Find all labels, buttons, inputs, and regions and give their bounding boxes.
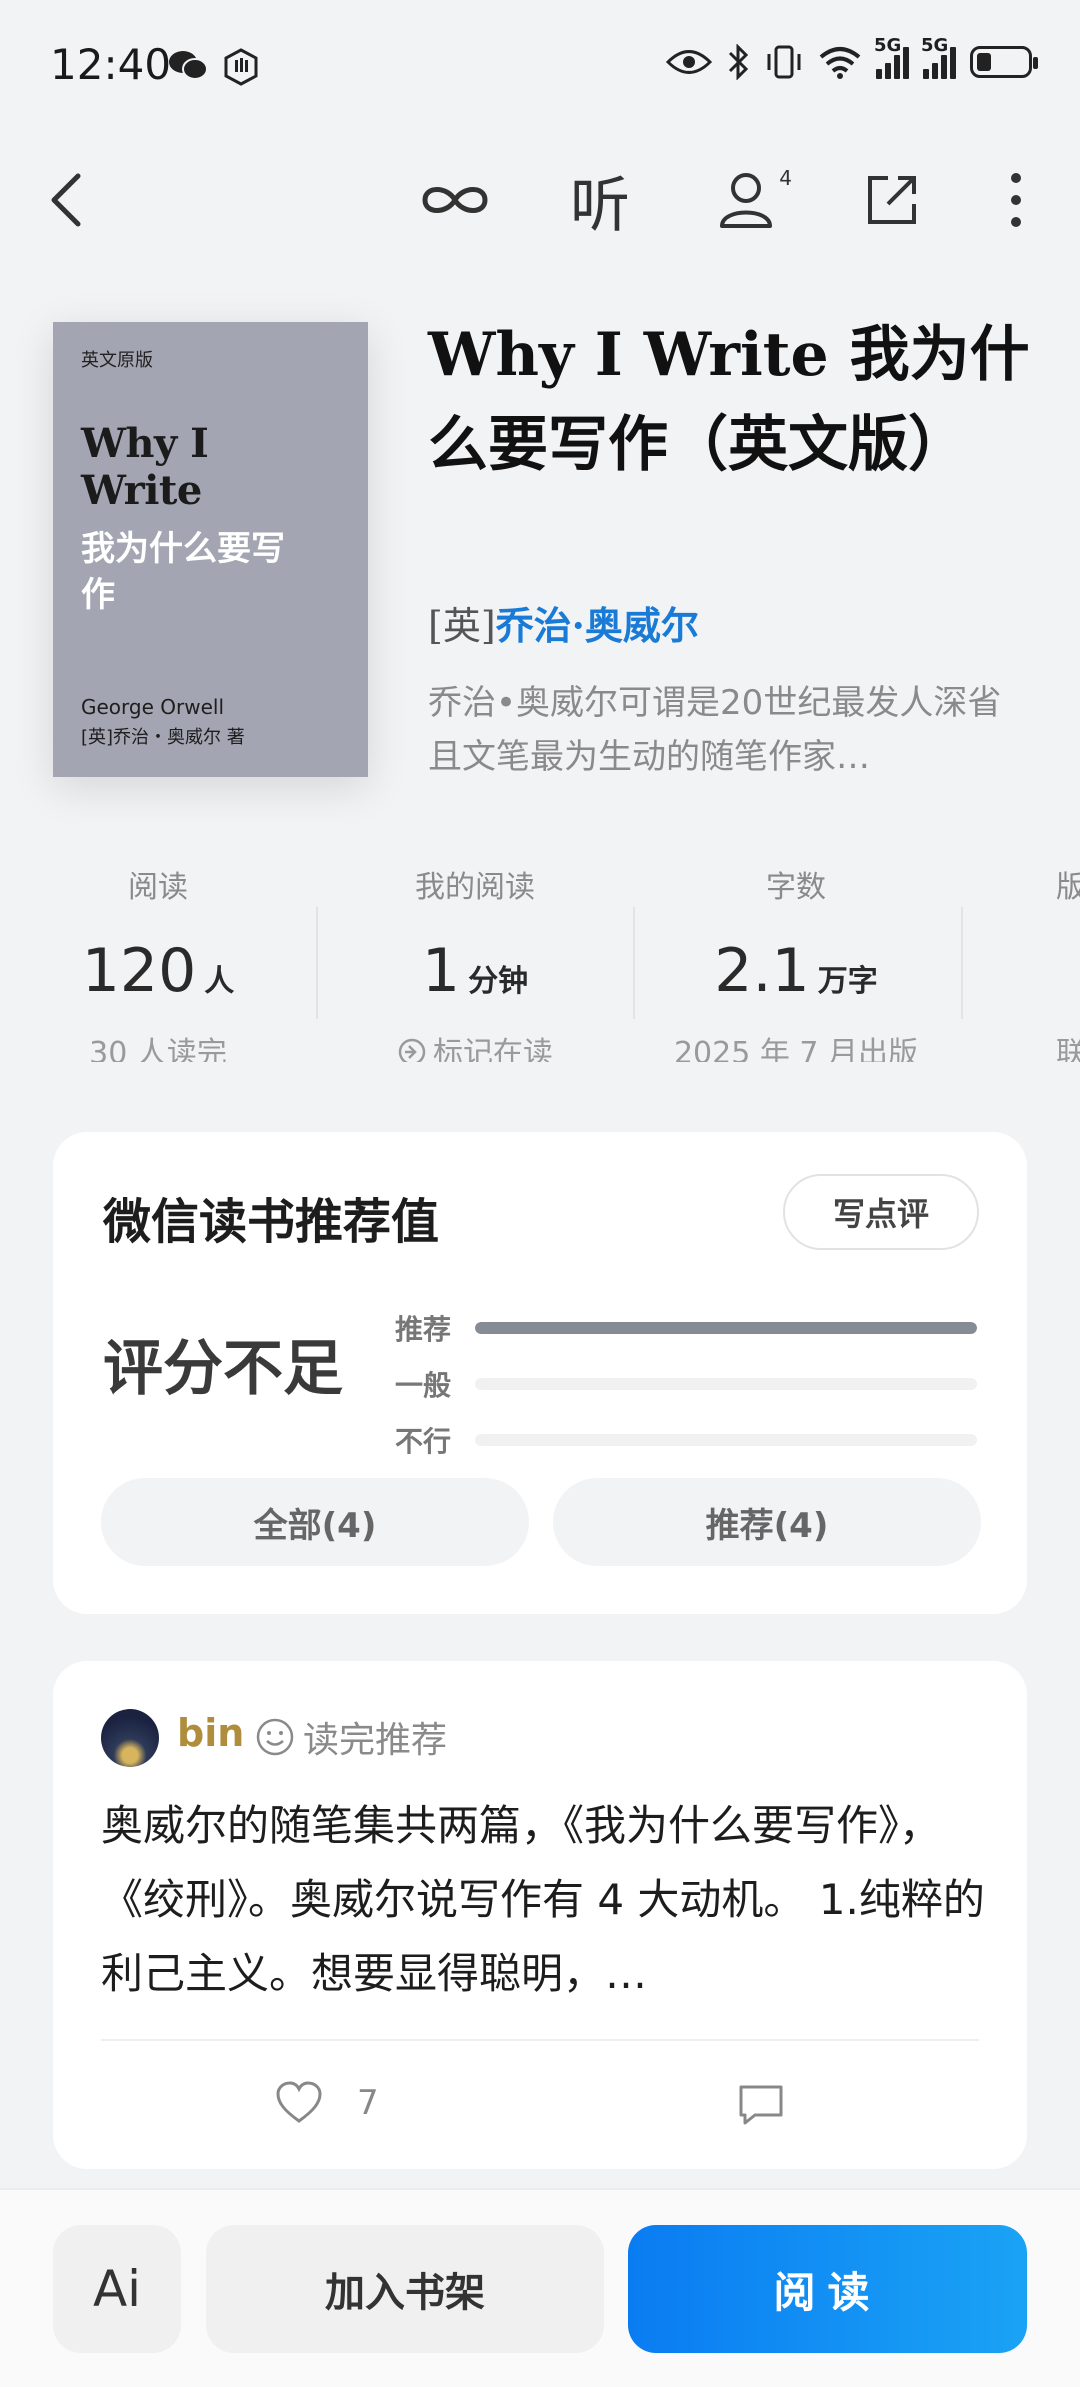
author-link[interactable]: 乔治·奥威尔 [496, 603, 699, 648]
listen-button[interactable]: 听 [560, 150, 640, 250]
stat-value: 120 人 [81, 936, 235, 1006]
wechat-icon [169, 51, 208, 80]
share-button[interactable] [852, 150, 932, 250]
status-bar: 12:40 5G 5G [0, 0, 1080, 135]
wifi-icon [819, 47, 861, 79]
back-arrow-icon [51, 173, 81, 227]
stat-label: 版 [1056, 870, 1080, 905]
stat-publisher[interactable]: 版 联 [1056, 862, 1080, 1062]
divider [101, 2039, 979, 2041]
bar-label: 一般 [395, 1369, 452, 1402]
stat-readers[interactable]: 阅读 120 人 30 人读完 [0, 862, 318, 1062]
avatar[interactable] [101, 1709, 159, 1767]
bluetooth-icon [728, 44, 749, 80]
stat-value [1056, 936, 1080, 1006]
stat-label: 阅读 [128, 870, 188, 905]
mark-reading[interactable]: 标记在读 [315, 1028, 635, 1062]
arrow-circle-icon [398, 1038, 426, 1062]
book-cover[interactable]: 英文原版 Why I Write 我为什么要写作 George Orwell [… [53, 322, 368, 777]
author-prefix: [英] [428, 604, 496, 648]
stat-value: 2.1 万字 [714, 936, 878, 1006]
listen-label: 听 [570, 170, 630, 241]
top-nav: 听 4 [0, 150, 1080, 250]
cover-author-cn: [英]乔治・奥威尔 著 [81, 727, 245, 748]
read-button[interactable]: 阅读 [628, 2225, 1027, 2353]
score-text: 评分不足 [103, 1334, 343, 1404]
infinity-icon [422, 187, 488, 213]
vibrate-icon [767, 45, 801, 79]
book-title: Why I Write 我为什么要写作（英文版） [428, 320, 1030, 480]
rating-bar-recommend: 推荐 [395, 1308, 977, 1348]
stat-sub: 联 [1056, 1036, 1080, 1062]
battery-icon [970, 46, 1038, 78]
cover-tag: 英文原版 [81, 350, 153, 371]
stats-row: 阅读 120 人 30 人读完 我的阅读 1 分钟 标记在读 字数 2.1 万字 20… [0, 862, 1080, 1062]
heart-icon [276, 2081, 322, 2123]
review-text[interactable]: 奥威尔的随笔集共两篇，《我为什么要写作》，《绞刑》。奥威尔说写作有 4 大动机。… [101, 1789, 985, 2011]
recommend-title: 微信读书推荐值 [103, 1194, 440, 1250]
readers-button[interactable]: 4 [704, 150, 794, 250]
more-button[interactable] [988, 150, 1044, 250]
stat-label: 字数 [766, 870, 826, 905]
author-line: [英]乔治·奥威尔 [428, 595, 699, 650]
rating-bar-bad: 不行 [395, 1420, 977, 1460]
eye-icon [666, 50, 712, 74]
like-count: 7 [357, 2083, 379, 2123]
comment-icon [739, 2085, 783, 2125]
back-button[interactable] [36, 150, 96, 250]
review-card[interactable]: bin 读完推荐 奥威尔的随笔集共两篇，《我为什么要写作》，《绞刑》。奥威尔说写… [53, 1661, 1027, 2169]
review-tag-label: 读完推荐 [303, 1720, 448, 1761]
ai-label: Ai [92, 2260, 142, 2318]
ai-button[interactable]: Ai [53, 2225, 181, 2353]
stat-divider [633, 907, 635, 1019]
stat-label: 我的阅读 [415, 870, 535, 905]
hand-shield-icon [224, 48, 258, 86]
stat-word-count[interactable]: 字数 2.1 万字 2025 年 7 月出版 [636, 862, 956, 1062]
cover-author-en: George Orwell [81, 695, 225, 719]
readers-badge: 4 [779, 166, 792, 190]
infinite-card-button[interactable] [410, 150, 500, 250]
cover-title-cn: 我为什么要写作 [81, 529, 285, 615]
stat-value: 1 分钟 [421, 936, 529, 1006]
share-icon [868, 176, 916, 224]
stat-my-reading[interactable]: 我的阅读 1 分钟 标记在读 [315, 862, 635, 1062]
rating-bar-normal: 一般 [395, 1364, 977, 1404]
more-vertical-icon [1011, 173, 1021, 227]
bar-fill [475, 1322, 977, 1334]
book-description[interactable]: 乔治•奥威尔可谓是20世纪最发人深省且文笔最为生动的随笔作家… [428, 676, 1008, 784]
stat-sub: 30 人读完 [89, 1036, 227, 1062]
recommend-card: 微信读书推荐值 写点评 评分不足 推荐 一般 不行 全部(4) 推荐(4) [53, 1132, 1027, 1614]
bottom-action-bar: Ai 加入书架 阅读 [0, 2188, 1080, 2387]
filter-all-button[interactable]: 全部(4) [101, 1478, 529, 1566]
status-time: 12:40 [50, 40, 172, 89]
add-to-shelf-button[interactable]: 加入书架 [206, 2225, 604, 2353]
signal-icon: 5G [874, 35, 909, 79]
like-button[interactable]: 7 [275, 2081, 379, 2125]
comment-button[interactable] [737, 2083, 785, 2131]
cover-title-en: Why I Write [81, 420, 209, 514]
signal-icon-2: 5G [921, 35, 956, 79]
stat-divider [961, 907, 963, 1019]
person-icon [720, 173, 772, 228]
smile-icon [256, 1718, 294, 1756]
review-username[interactable]: bin [177, 1711, 244, 1755]
stat-sub: 2025 年 7 月出版 [673, 1036, 919, 1062]
write-review-button[interactable]: 写点评 [783, 1174, 979, 1250]
filter-recommend-button[interactable]: 推荐(4) [553, 1478, 981, 1566]
review-tag: 读完推荐 [255, 1711, 447, 1763]
bar-label: 推荐 [395, 1313, 452, 1346]
bar-label: 不行 [395, 1425, 452, 1458]
